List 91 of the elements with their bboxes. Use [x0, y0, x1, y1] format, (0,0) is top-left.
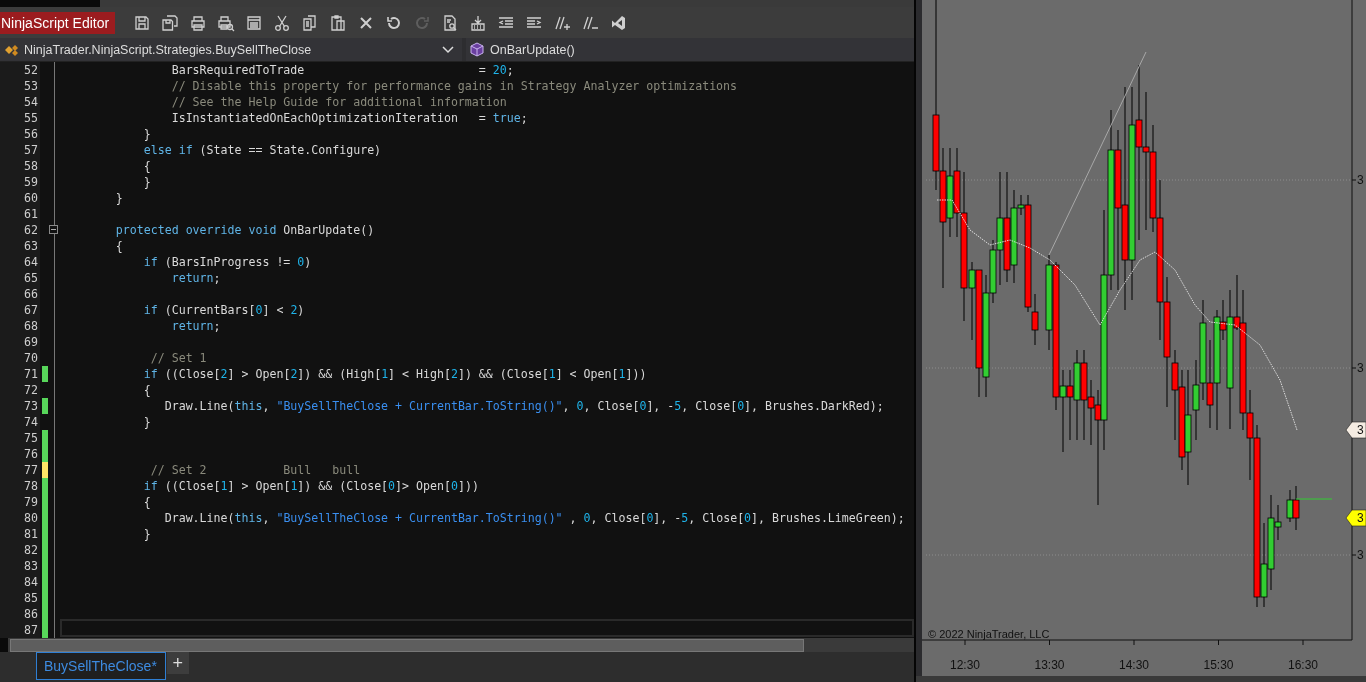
collapse-icon[interactable]: [49, 225, 58, 234]
line-number: 58: [0, 158, 40, 174]
time-label: 12:30: [950, 658, 980, 672]
line-number: 74: [0, 414, 40, 430]
line-number: 83: [0, 558, 40, 574]
line-number: 69: [0, 334, 40, 350]
code-line: Draw.Line(this, "BuySellTheClose + CurrentBar.ToString()", 0, Close[0], -5, Close[0], Brushes.DarkRed);: [163, 398, 884, 414]
line-number: 70: [0, 350, 40, 366]
line-number: 73: [0, 398, 40, 414]
line-number: 78: [0, 478, 40, 494]
code-line: {: [114, 238, 123, 254]
member-dropdown[interactable]: OnBarUpdate(): [466, 38, 914, 61]
horizontal-scrollbar[interactable]: [0, 638, 914, 652]
code-line: IsInstantiatedOnEachOptimizationIteration = true;: [170, 110, 528, 126]
time-label: 13:30: [1034, 658, 1065, 672]
line-number: 52: [0, 62, 40, 78]
line-number: 57: [0, 142, 40, 158]
code-line: else if (State == State.Configure): [142, 142, 382, 158]
line-number: 53: [0, 78, 40, 94]
price-tag-label: 3: [1357, 511, 1364, 525]
code-line: {: [142, 382, 151, 398]
line-number: 80: [0, 510, 40, 526]
line-number: 71: [0, 366, 40, 382]
line-number: 63: [0, 238, 40, 254]
line-number: 60: [0, 190, 40, 206]
code-line: // See the Help Guide for additional information: [170, 94, 507, 110]
price-label: 3: [1357, 361, 1364, 375]
line-number: 67: [0, 302, 40, 318]
code-line: if ((Close[2] > Open[2]) && (High[1] < High[2]) && (Close[1] < Open[1])): [142, 366, 647, 382]
code-line: }: [142, 174, 151, 190]
clipboard-icon: [329, 13, 348, 32]
code-line: if (CurrentBars[0] < 2): [142, 302, 305, 318]
line-number: 79: [0, 494, 40, 510]
line-number: 55: [0, 110, 40, 126]
code-line: {: [142, 158, 151, 174]
time-label: 14:30: [1119, 658, 1149, 672]
copyright-text: © 2022 NinjaTrader, LLC: [928, 628, 1050, 640]
line-number: 75: [0, 430, 40, 446]
code-line: protected override void OnBarUpdate(): [114, 222, 375, 238]
line-number: 62: [0, 222, 40, 238]
line-number: 72: [0, 382, 40, 398]
code-line: // Disable this property for performance gains in Strategy Analyzer optimizations: [170, 78, 738, 94]
window-icon: [245, 13, 264, 32]
price-label: 3: [1357, 548, 1364, 562]
new-tab-button[interactable]: +: [166, 652, 189, 674]
line-number: 68: [0, 318, 40, 334]
price-line: [1295, 498, 1333, 500]
code-line: }: [142, 414, 151, 430]
line-number: 65: [0, 270, 40, 286]
type-dropdown[interactable]: NinjaTrader.NinjaScript.Strategies.BuySellTheClose: [0, 38, 462, 61]
class-icon: [4, 42, 20, 57]
floppy-disks-icon: [161, 13, 180, 32]
line-number: 61: [0, 206, 40, 222]
price-label: 3: [1357, 173, 1364, 187]
cube-icon: [470, 41, 486, 58]
scissors-icon: [273, 13, 292, 32]
code-line: // Set 1: [149, 350, 207, 366]
line-number: 56: [0, 126, 40, 142]
tray-arrow-icon: [469, 13, 488, 32]
line-number: 84: [0, 574, 40, 590]
code-line: }: [142, 526, 151, 542]
code-line: }: [114, 190, 123, 206]
code-line: // Set 2 Bull bull: [149, 462, 361, 478]
code-line: Draw.Line(this, "BuySellTheClose + CurrentBar.ToString()" , 0, Close[0], -5, Close[0], Brushes.LimeGreen);: [163, 510, 905, 526]
time-label: 16:30: [1288, 658, 1318, 672]
window-title: NinjaScript Editor: [0, 11, 116, 34]
line-number: 76: [0, 446, 40, 462]
price-tag-label: 3: [1357, 423, 1364, 437]
line-number: 64: [0, 254, 40, 270]
line-number: 66: [0, 286, 40, 302]
code-line: return;: [170, 318, 221, 334]
line-number: 87: [0, 622, 40, 638]
printer-icon: [189, 13, 208, 32]
code-line: BarsRequiredToTrade = 20;: [170, 62, 514, 78]
line-number: 82: [0, 542, 40, 558]
bow-logo-icon: [609, 13, 628, 32]
line-number: 54: [0, 94, 40, 110]
code-line: if (BarsInProgress != 0): [142, 254, 312, 270]
time-label: 15:30: [1203, 658, 1234, 672]
printer-magnifier-icon: [217, 13, 236, 32]
code-line: {: [142, 494, 151, 510]
code-line: }: [142, 126, 151, 142]
line-number: 59: [0, 174, 40, 190]
chevron-down-icon: [442, 45, 454, 54]
file-tab[interactable]: BuySellTheClose*: [36, 652, 166, 680]
line-number: 77: [0, 462, 40, 478]
code-line: if ((Close[1] > Open[1]) && (Close[0]> Open[0])): [142, 478, 479, 494]
code-line: return;: [170, 270, 221, 286]
line-number: 81: [0, 526, 40, 542]
line-number: 86: [0, 606, 40, 622]
line-number: 85: [0, 590, 40, 606]
